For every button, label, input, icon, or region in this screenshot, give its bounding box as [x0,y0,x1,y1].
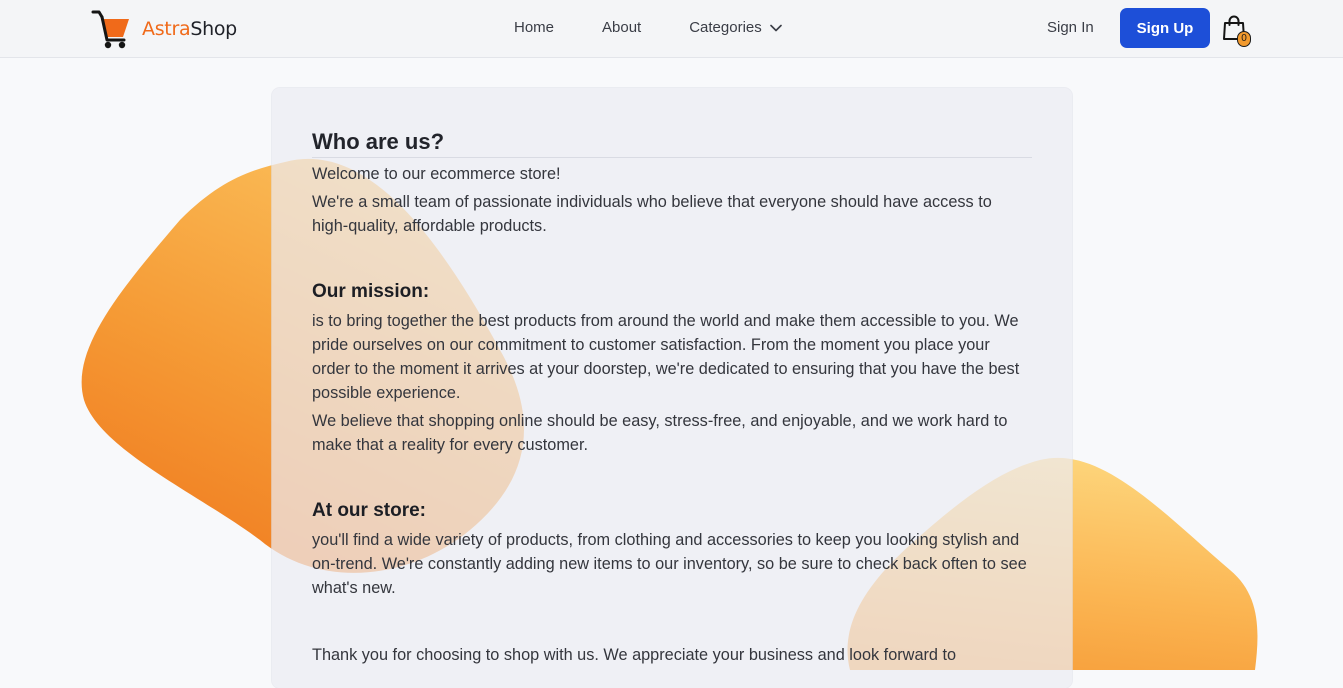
nav-about-link[interactable]: About [602,19,641,36]
main-nav: Home About Categories [514,19,782,36]
top-navbar: AstraShop Home About Categories Sign In … [0,0,1343,58]
shopping-cart-icon [91,10,129,49]
thanks-text: Thank you for choosing to shop with us. … [312,646,957,664]
cart-button[interactable]: 0 [1222,15,1252,49]
store-text: you'll find a wide variety of products, … [312,531,1027,597]
mission-text-2: We believe that shopping online should b… [312,412,1008,454]
nav-categories-dropdown[interactable]: Categories [689,19,782,36]
sign-in-link[interactable]: Sign In [1047,19,1094,36]
mission-text: is to bring together the best products f… [312,312,1020,402]
brand-name: AstraShop [142,18,237,40]
nav-home-link[interactable]: Home [514,19,554,36]
brand-name-main: Shop [190,18,237,40]
sign-up-button[interactable]: Sign Up [1120,8,1210,48]
welcome-text: Welcome to our ecommerce store! [312,165,561,183]
store-heading: At our store: [312,500,426,521]
about-title: Who are us? [312,129,445,154]
brand-logo[interactable]: AstraShop [91,9,237,49]
about-card: Who are us? Welcome to our ecommerce sto… [272,88,1072,688]
title-divider [312,157,1032,158]
cart-count-badge: 0 [1237,31,1251,47]
nav-categories-label: Categories [689,19,762,36]
about-content: Who are us? Welcome to our ecommerce sto… [312,128,1032,667]
chevron-down-icon [769,24,782,31]
intro-text: We're a small team of passionate individ… [312,193,992,235]
brand-name-accent: Astra [142,18,191,40]
mission-heading: Our mission: [312,281,430,302]
